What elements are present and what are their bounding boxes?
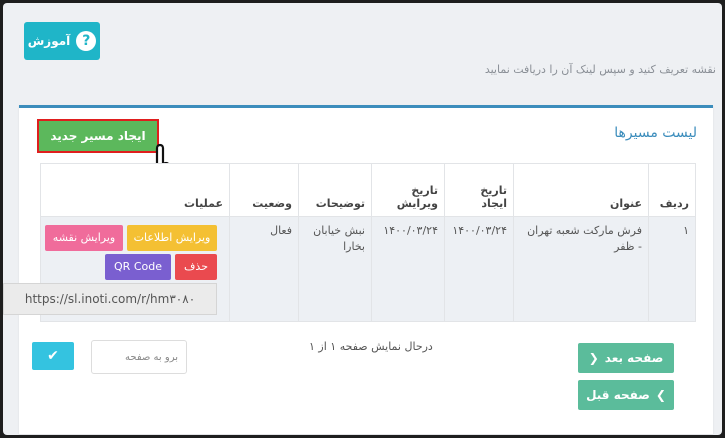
chevron-right-icon: ❯ (655, 388, 666, 402)
goto-page-input[interactable] (91, 340, 187, 374)
edit-info-button[interactable]: ویرایش اطلاعات (127, 225, 217, 251)
intro-text: نقشه تعریف کنید و سپس لینک آن را دریافت … (484, 63, 716, 76)
delete-button[interactable]: حذف (175, 254, 217, 280)
table-row: ۱ فرش مارکت شعبه تهران - ظفر ۱۴۰۰/۰۳/۲۴ … (3, 216, 696, 322)
routes-table: ردیف عنوان تاریخ ایجاد تاریخ ویرایش توضی… (3, 163, 696, 322)
routes-panel: لیست مسیرها ایجاد مسیر جدید ردیف عنوان ت… (3, 105, 713, 434)
next-page-button[interactable]: صفحه بعد ❮ (578, 343, 674, 373)
header-row: ردیف (648, 163, 696, 217)
next-page-label: صفحه بعد (604, 351, 664, 365)
header-ops: عملیات (40, 163, 230, 217)
cell-status: فعال (229, 216, 299, 322)
cell-desc: نبش خیابان بخارا (298, 216, 372, 322)
header-created: تاریخ ایجاد (444, 163, 514, 217)
chevron-left-icon: ❮ (588, 351, 599, 365)
header-title: عنوان (513, 163, 649, 217)
goto-page-button[interactable]: ✔ (32, 342, 74, 370)
prev-page-button[interactable]: ❯ صفحه قبل (578, 380, 674, 410)
cell-title: فرش مارکت شعبه تهران - ظفر (513, 216, 649, 322)
header-desc: توضیحات (298, 163, 372, 217)
prev-page-label: صفحه قبل (586, 388, 650, 402)
route-link-field[interactable]: https://sl.inoti.com/r/hm۳۰۸۰ (3, 283, 217, 315)
create-route-button[interactable]: ایجاد مسیر جدید (37, 119, 159, 153)
help-button[interactable]: ? آموزش (24, 22, 100, 60)
header-status: وضعیت (229, 163, 299, 217)
cell-ops: ویرایش اطلاعات ویرایش نقشه حذف QR Code h… (3, 216, 230, 322)
page-info: درحال نمایش صفحه ۱ از ۱ (309, 340, 433, 353)
question-icon: ? (76, 31, 97, 51)
header-edited: تاریخ ویرایش (371, 163, 445, 217)
page: ? آموزش نقشه تعریف کنید و سپس لینک آن را… (3, 3, 722, 435)
cell-row: ۱ (648, 216, 696, 322)
cell-created: ۱۴۰۰/۰۳/۲۴ (444, 216, 514, 322)
check-icon: ✔ (47, 348, 59, 364)
cell-edited: ۱۴۰۰/۰۳/۲۴ (371, 216, 445, 322)
help-label: آموزش (27, 34, 71, 48)
panel-title: لیست مسیرها (614, 125, 697, 141)
edit-map-button[interactable]: ویرایش نقشه (45, 225, 123, 251)
create-route-label: ایجاد مسیر جدید (50, 129, 146, 143)
qr-code-button[interactable]: QR Code (105, 254, 171, 280)
